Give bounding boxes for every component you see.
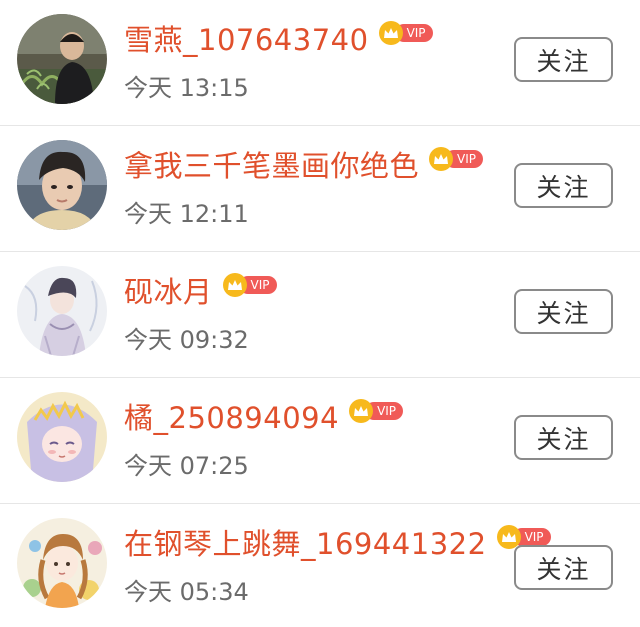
follow-button[interactable]: 关注 [514,415,613,460]
list-item[interactable]: 拿我三千笔墨画你绝色 VIP 今天 12:11 关注 [0,126,640,252]
follower-list: 雪燕_107643740 VIP 今天 13:15 关注 拿我三千笔墨画你绝色 … [0,0,640,627]
user-name[interactable]: 在钢琴上跳舞_169441322 [124,521,487,563]
list-item[interactable]: 在钢琴上跳舞_169441322 VIP 今天 05:34 关注 [0,504,640,627]
vip-badge: VIP [349,399,404,423]
name-line: 拿我三千笔墨画你绝色 VIP [124,144,483,184]
user-name[interactable]: 砚冰月 [124,269,213,311]
name-line: 雪燕_107643740 VIP [124,18,433,58]
avatar[interactable] [17,140,107,230]
crown-icon [222,273,247,297]
avatar[interactable] [17,392,107,482]
avatar-image [17,266,107,356]
avatar-image [17,14,107,104]
follow-time: 今天 09:32 [124,326,249,354]
name-line: 砚冰月 VIP [124,270,277,310]
crown-icon [429,147,454,171]
list-item[interactable]: 砚冰月 VIP 今天 09:32 关注 [0,252,640,378]
avatar[interactable] [17,266,107,356]
vip-badge: VIP [429,147,483,171]
crown-icon [378,21,403,45]
avatar[interactable] [17,14,107,104]
name-line: 橘_250894094 VIP [124,395,404,437]
vip-badge: VIP [222,273,277,297]
name-line: 在钢琴上跳舞_169441322 VIP [124,522,551,562]
user-name[interactable]: 拿我三千笔墨画你绝色 [124,143,419,185]
follow-button[interactable]: 关注 [514,37,613,82]
avatar-image [17,392,107,482]
follow-time: 今天 07:25 [124,452,249,480]
list-item[interactable]: 雪燕_107643740 VIP 今天 13:15 关注 [0,0,640,126]
follow-button[interactable]: 关注 [514,289,613,334]
crown-icon [496,525,521,549]
user-name[interactable]: 雪燕_107643740 [124,17,369,59]
follow-time: 今天 13:15 [124,74,249,102]
avatar[interactable] [17,518,107,608]
follow-time: 今天 12:11 [124,200,249,228]
avatar-image [17,518,107,608]
crown-icon [349,399,374,423]
follow-button[interactable]: 关注 [514,163,613,208]
list-item[interactable]: 橘_250894094 VIP 今天 07:25 关注 [0,378,640,504]
follow-time: 今天 05:34 [124,578,249,606]
avatar-image [17,140,107,230]
vip-badge: VIP [378,21,433,45]
user-name[interactable]: 橘_250894094 [124,395,339,437]
follow-button[interactable]: 关注 [514,545,613,590]
